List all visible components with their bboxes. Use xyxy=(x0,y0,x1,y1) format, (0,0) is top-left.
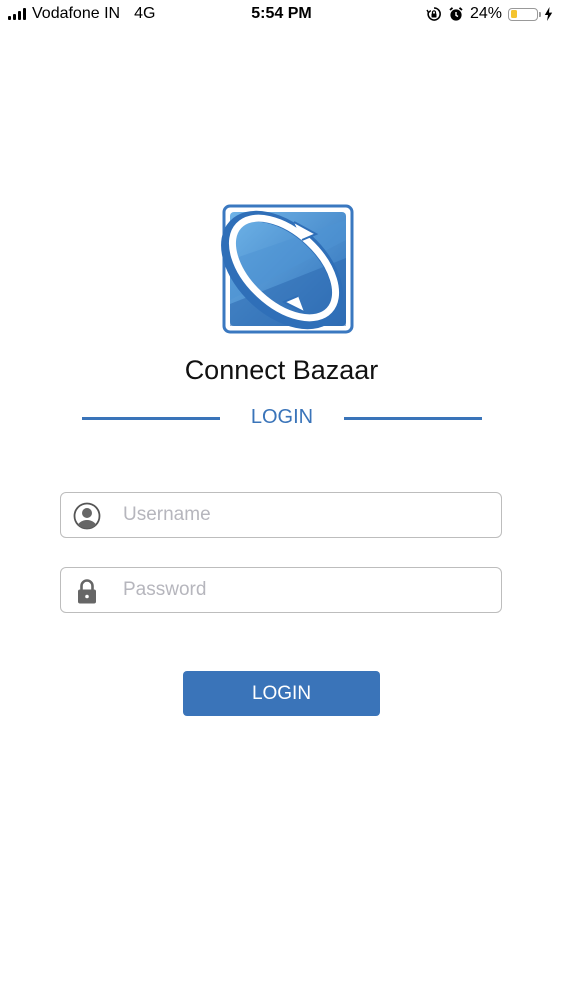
charging-icon xyxy=(544,7,553,21)
password-field[interactable] xyxy=(60,567,502,613)
lock-icon xyxy=(78,579,96,604)
divider-right xyxy=(344,417,482,420)
app-title: Connect Bazaar xyxy=(184,355,379,385)
password-input[interactable] xyxy=(123,568,483,611)
battery-percent: 24% xyxy=(469,5,502,22)
status-bar: Vodafone IN 4G 5:54 PM 24% xyxy=(0,0,563,30)
orientation-lock-icon xyxy=(426,7,441,21)
battery-icon xyxy=(508,7,541,21)
username-field[interactable] xyxy=(60,492,502,538)
battery-level-fill xyxy=(510,10,517,18)
user-icon xyxy=(73,502,101,530)
alarm-icon xyxy=(449,7,463,21)
username-input[interactable] xyxy=(123,493,483,536)
connect-bazaar-logo-icon xyxy=(221,204,354,334)
login-section-header: LOGIN xyxy=(82,404,482,434)
status-right: 24% xyxy=(426,5,553,23)
login-button[interactable]: LOGIN xyxy=(183,671,380,716)
